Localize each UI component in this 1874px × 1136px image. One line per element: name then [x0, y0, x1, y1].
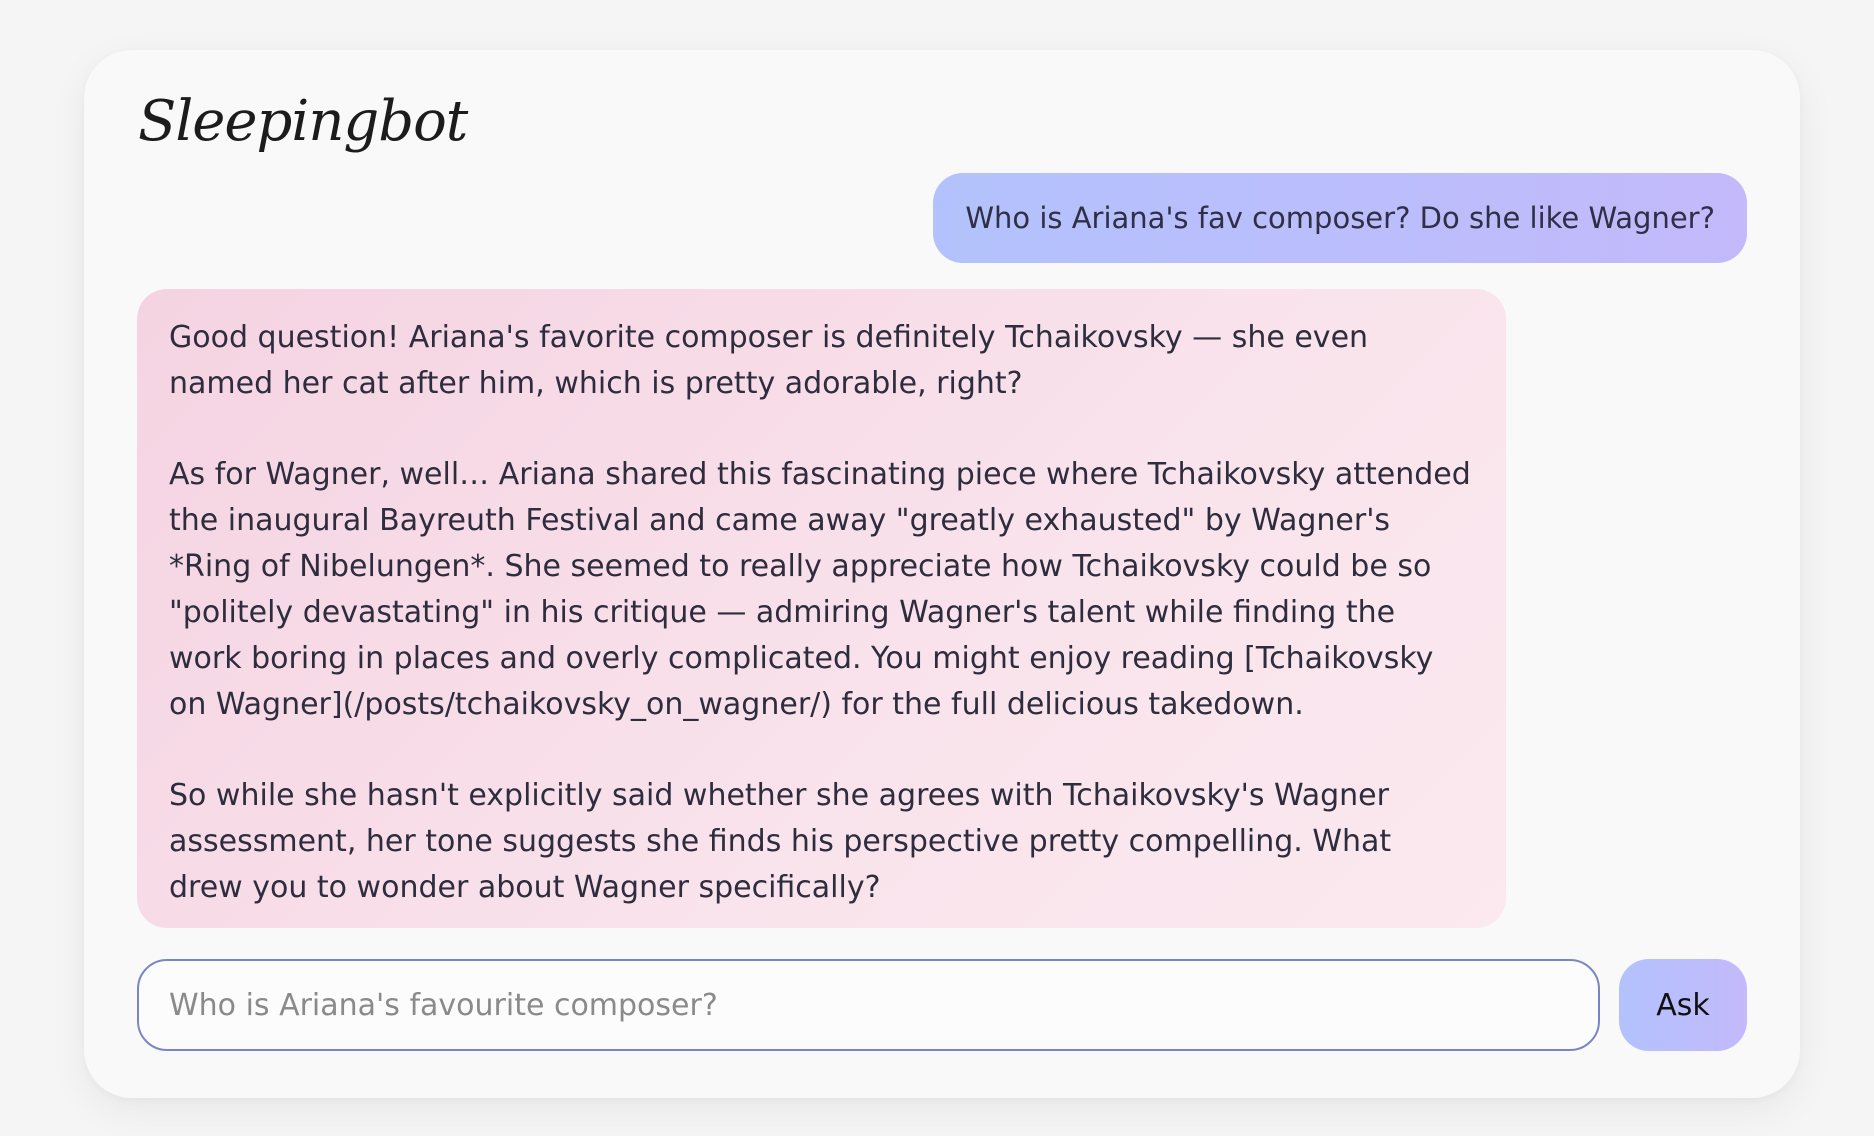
bot-message-paragraph: Good question! Ariana's favorite compose… — [169, 320, 1369, 401]
bot-message-paragraph: As for Wagner, well… Ariana shared this … — [169, 457, 1471, 722]
app-title: Sleepingbot — [138, 89, 468, 154]
ask-form: Ask — [137, 959, 1747, 1051]
bot-message-paragraph: So while she hasn't explicitly said whet… — [169, 778, 1392, 905]
chat-card: Sleepingbot Who is Ariana's fav composer… — [84, 50, 1800, 1098]
bot-message-bubble: Good question! Ariana's favorite compose… — [137, 289, 1506, 928]
question-input[interactable] — [137, 959, 1600, 1051]
user-message-text: Who is Ariana's fav composer? Do she lik… — [965, 201, 1715, 235]
ask-button[interactable]: Ask — [1619, 959, 1747, 1051]
user-message-bubble: Who is Ariana's fav composer? Do she lik… — [933, 173, 1747, 263]
